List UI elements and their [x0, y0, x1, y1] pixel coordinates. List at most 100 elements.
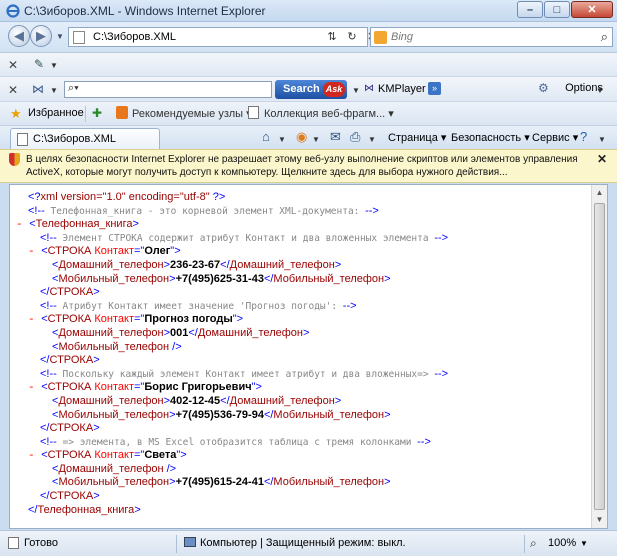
- suggested-sites-icon: [116, 106, 128, 119]
- ask-toolbar-icon[interactable]: ⋈: [32, 82, 44, 96]
- tab-current[interactable]: C:\Зиборов.XML: [10, 128, 160, 150]
- suggested-sites-link[interactable]: Рекомендуемые узлы ▾: [132, 107, 252, 120]
- add-favorite-icon[interactable]: ✚: [92, 106, 102, 120]
- xml-token: >: [93, 490, 100, 503]
- information-bar[interactable]: В целях безопасности Internet Explorer н…: [0, 149, 617, 183]
- vertical-scrollbar[interactable]: ▲ ▼: [591, 185, 607, 528]
- status-separator: [524, 535, 525, 553]
- maximize-button[interactable]: □: [544, 1, 570, 18]
- page-status-icon: [8, 537, 19, 549]
- refresh-icon[interactable]: ↻: [344, 28, 360, 45]
- search-placeholder[interactable]: Bing: [391, 31, 413, 43]
- xml-line: </Телефонная_книга>: [14, 504, 592, 518]
- xml-content: <?xml version="1.0" encoding="utf-8" ?> <…: [9, 184, 608, 529]
- xml-token: Мобильный_телефон: [58, 408, 170, 421]
- collapse-toggle[interactable]: -: [16, 219, 29, 231]
- xml-token: -->: [342, 299, 357, 312]
- zoom-level[interactable]: 100%: [548, 537, 576, 549]
- xml-token: </: [220, 258, 230, 271]
- home-icon[interactable]: ⌂: [262, 129, 270, 144]
- xml-token: <?: [28, 191, 41, 203]
- xml-token: -->: [365, 204, 379, 217]
- favorites-separator: [85, 106, 86, 122]
- xml-token: СТРОКА: [47, 313, 95, 326]
- favorites-button[interactable]: Избранное: [28, 107, 84, 119]
- page-menu[interactable]: Страница ▾: [388, 131, 446, 144]
- xml-token: 402-12-45: [170, 394, 221, 407]
- xml-line: - <СТРОКА Контакт="Света">: [14, 449, 592, 463]
- options-dropdown-icon[interactable]: ▼: [596, 86, 604, 95]
- xml-token: </: [263, 408, 274, 421]
- status-bar: Готово Компьютер | Защищенный режим: вык…: [0, 530, 617, 556]
- xml-token: Мобильный_телефон: [273, 272, 385, 285]
- collapse-toggle[interactable]: -: [28, 246, 41, 258]
- history-dropdown-icon[interactable]: ▼: [56, 32, 64, 41]
- status-text: Готово: [24, 537, 58, 549]
- xml-token: <!--: [40, 435, 57, 448]
- xml-line: </СТРОКА>: [14, 286, 592, 300]
- xml-token: Домашний_телефон: [229, 258, 335, 271]
- xml-tree: <?xml version="1.0" encoding="utf-8" ?> <…: [14, 191, 592, 517]
- printer-icon[interactable]: ⎙: [350, 129, 360, 145]
- zoom-icon: ⌕: [530, 536, 537, 550]
- xml-token: ">: [170, 245, 181, 258]
- security-zone[interactable]: Компьютер | Защищенный режим: выкл.: [200, 537, 406, 549]
- ask-toolbar-dropdown-icon[interactable]: ▼: [50, 86, 58, 95]
- xml-token: СТРОКА: [49, 354, 94, 367]
- scroll-up-icon[interactable]: ▲: [592, 185, 607, 201]
- home-dropdown-icon[interactable]: ▼: [278, 135, 286, 144]
- ask-search-button[interactable]: Search Ask: [275, 80, 347, 99]
- tools-icon[interactable]: ✎: [34, 57, 44, 71]
- search-box[interactable]: Bing ⌕: [370, 27, 613, 47]
- back-button[interactable]: ◀: [8, 25, 30, 47]
- close-button[interactable]: ✕: [571, 1, 613, 18]
- xml-line: <Мобильный_телефон>+7(495)615-24-41</Моб…: [14, 476, 592, 490]
- xml-token: Контакт: [94, 449, 134, 462]
- collapse-toggle[interactable]: -: [28, 382, 41, 394]
- print-dropdown-icon[interactable]: ▼: [368, 135, 376, 144]
- rss-icon[interactable]: ◉: [296, 129, 307, 145]
- xml-token: >: [93, 422, 100, 435]
- close-toolbar-icon[interactable]: ✕: [8, 58, 20, 72]
- mail-icon[interactable]: ✉: [330, 129, 341, 145]
- xml-token: >: [384, 272, 391, 285]
- web-slice-gallery-link[interactable]: Коллекция веб-фрагм... ▾: [264, 107, 394, 120]
- tools-menu[interactable]: Сервис ▾: [532, 131, 578, 144]
- collapse-toggle[interactable]: -: [28, 314, 41, 326]
- kmplayer-button[interactable]: KMPlayer: [378, 83, 426, 95]
- toolbar-more-icon[interactable]: »: [428, 82, 441, 95]
- address-url[interactable]: C:\Зиборов.XML: [93, 31, 176, 43]
- address-bar[interactable]: C:\Зиборов.XML: [68, 27, 368, 47]
- toolbar-row-1: ✕ ✎ ▼: [0, 52, 617, 76]
- close-toolbar-icon[interactable]: ✕: [8, 83, 20, 97]
- scroll-down-icon[interactable]: ▼: [592, 512, 607, 528]
- tab-command-row: C:\Зиборов.XML ⌂ ▼ ◉ ▼ ✉ ⎙ ▼ Страница ▾ …: [0, 125, 617, 150]
- help-icon[interactable]: ?: [580, 129, 587, 144]
- collapse-toggle[interactable]: -: [28, 450, 41, 462]
- page-icon: [17, 133, 28, 146]
- tools-dropdown-icon[interactable]: ▼: [50, 61, 58, 70]
- ask-search-input[interactable]: ⌕▾: [64, 81, 272, 98]
- xml-line: <!-- Атрибут Контакт имеет значение 'Про…: [14, 300, 592, 314]
- xml-token: </: [263, 272, 274, 285]
- ask-dropdown-icon[interactable]: ▼: [352, 86, 360, 95]
- window-title: C:\Зиборов.XML - Windows Internet Explor…: [24, 4, 266, 18]
- compat-view-icon[interactable]: ⇅: [324, 28, 340, 45]
- information-bar-text[interactable]: В целях безопасности Internet Explorer н…: [26, 153, 586, 179]
- zoom-dropdown-icon[interactable]: ▼: [580, 539, 588, 548]
- xml-token: </: [263, 476, 274, 489]
- computer-zone-icon: [184, 537, 196, 547]
- help-dropdown-icon[interactable]: ▼: [598, 135, 606, 144]
- security-menu[interactable]: Безопасность ▾: [451, 131, 530, 144]
- xml-token: </: [220, 394, 230, 407]
- feeds-dropdown-icon[interactable]: ▼: [312, 135, 320, 144]
- close-infobar-icon[interactable]: ✕: [597, 152, 607, 166]
- search-go-icon[interactable]: ⌕: [601, 29, 608, 45]
- xml-token: Телефонная_книга: [37, 503, 135, 516]
- minimize-button[interactable]: –: [517, 1, 543, 18]
- search-button-label: Search: [283, 83, 320, 95]
- scrollbar-thumb[interactable]: [594, 203, 605, 510]
- forward-button[interactable]: ▶: [30, 25, 52, 47]
- xml-token: СТРОКА: [47, 381, 95, 394]
- xml-token: +7(495)536-79-94: [175, 408, 264, 421]
